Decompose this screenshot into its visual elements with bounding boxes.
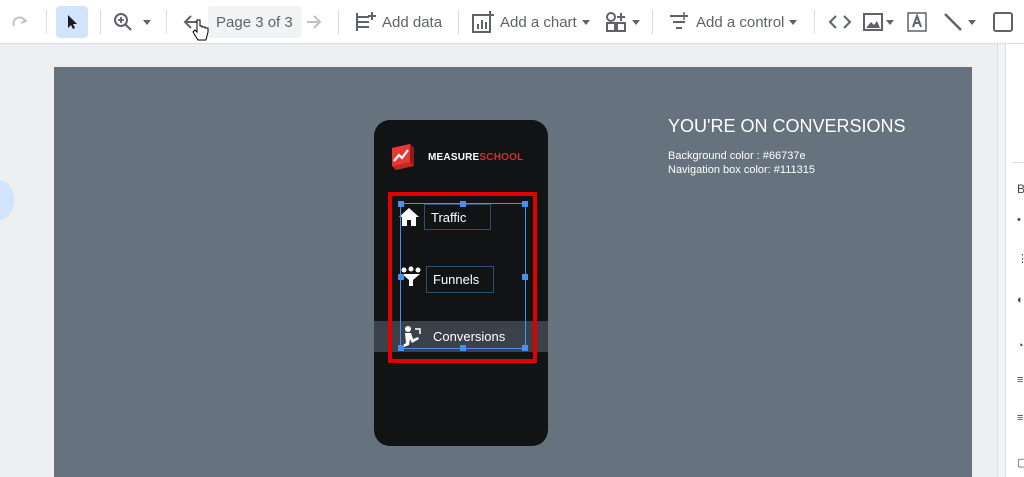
- canvas-scrollbar[interactable]: [997, 44, 1005, 477]
- embed-code-button[interactable]: [828, 0, 852, 44]
- filter-control-icon: [670, 12, 688, 29]
- text-box-button[interactable]: [906, 0, 928, 44]
- image-button[interactable]: [862, 0, 894, 44]
- resize-handle[interactable]: [460, 201, 466, 207]
- hand-cursor-icon: [192, 18, 210, 49]
- resize-handle[interactable]: [398, 345, 404, 351]
- line-button[interactable]: [942, 0, 976, 44]
- resize-handle[interactable]: [398, 201, 404, 207]
- resize-handle[interactable]: [522, 274, 528, 280]
- logo: MEASURESCHOOL: [390, 142, 523, 172]
- rectangle-icon: [993, 12, 1013, 32]
- zoom-in-icon: [114, 13, 132, 31]
- color-info-text[interactable]: Background color : #66737e Navigation bo…: [668, 149, 815, 177]
- resize-handle[interactable]: [398, 274, 404, 280]
- add-chart-label: Add a chart: [500, 13, 577, 31]
- text-box-icon: [907, 12, 927, 32]
- code-icon: [828, 15, 852, 29]
- redo-icon[interactable]: [10, 0, 30, 44]
- components-icon: [606, 12, 626, 32]
- resize-handle[interactable]: [522, 345, 528, 351]
- image-icon: [863, 13, 883, 31]
- cursor-icon: [68, 15, 77, 29]
- add-data-icon: [356, 12, 376, 31]
- logo-text: MEASURESCHOOL: [428, 151, 524, 163]
- measureschool-logo-icon: [392, 144, 414, 170]
- properties-panel: B • ⋮ ◐ ◔ ≡ ≡ ▢: [1005, 44, 1024, 477]
- toolbar: Page 3 of 3 Add data Add a chart Add a c…: [0, 0, 1024, 44]
- add-chart-button[interactable]: Add a chart: [472, 0, 590, 44]
- page-indicator[interactable]: Page 3 of 3: [208, 6, 301, 38]
- shape-button[interactable]: [992, 0, 1014, 44]
- add-data-button[interactable]: Add data: [354, 0, 442, 44]
- arrow-right-icon: [307, 15, 322, 29]
- add-component-button[interactable]: [605, 0, 640, 44]
- info-line: Background color : #66737e: [668, 150, 806, 162]
- info-line: Navigation box color: #111315: [668, 164, 815, 176]
- next-page-button[interactable]: [305, 0, 323, 44]
- resize-handle[interactable]: [522, 201, 528, 207]
- zoom-button[interactable]: [112, 0, 151, 44]
- side-panel-toggle[interactable]: [0, 180, 14, 220]
- add-control-button[interactable]: Add a control: [668, 0, 798, 44]
- add-control-label: Add a control: [696, 13, 785, 31]
- add-chart-icon: [472, 11, 494, 33]
- resize-handle[interactable]: [460, 345, 466, 351]
- select-tool-button[interactable]: [56, 6, 88, 38]
- page-heading[interactable]: YOU'RE ON CONVERSIONS: [668, 116, 905, 137]
- add-data-label: Add data: [382, 13, 443, 31]
- line-icon: [944, 13, 962, 31]
- selection-frame[interactable]: [398, 201, 528, 351]
